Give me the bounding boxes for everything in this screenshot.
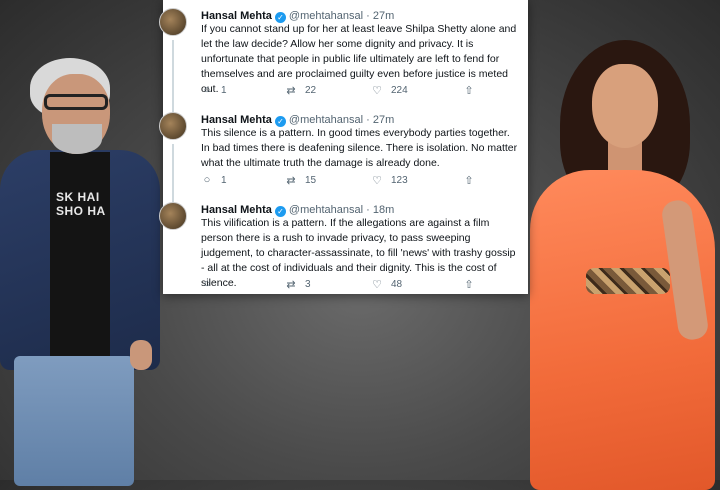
reply-button[interactable]: ○ 1 [201, 84, 227, 96]
black-tshirt [50, 152, 110, 362]
share-icon: ⇧ [464, 175, 474, 187]
hand [130, 340, 152, 370]
like-icon: ♡ [372, 175, 382, 187]
timestamp[interactable]: 18m [373, 204, 394, 216]
retweet-icon: ⇄ [286, 279, 296, 291]
retweet-button[interactable]: ⇄ 3 [285, 278, 311, 291]
retweet-button[interactable]: ⇄ 15 [285, 174, 316, 187]
display-name[interactable]: Hansal Mehta [201, 204, 272, 216]
reply-count: 1 [221, 84, 227, 96]
separator: · [363, 114, 373, 126]
tshirt-print: SK HAI SHO HA [56, 190, 106, 218]
man-photo: SK HAI SHO HA [0, 40, 170, 486]
retweet-count: 15 [305, 175, 317, 186]
like-icon: ♡ [372, 279, 382, 291]
share-button[interactable]: ⇧ [463, 174, 475, 187]
tweet-actions: ○ 1 ⇄ 15 ♡ 123 ⇧ [201, 174, 501, 188]
reply-button[interactable]: ○ [201, 278, 221, 290]
jeans [14, 356, 134, 486]
handle[interactable]: @mehtahansal [289, 10, 363, 22]
avatar[interactable] [159, 8, 187, 36]
thread-line [172, 144, 174, 204]
beard [52, 124, 102, 154]
share-button[interactable]: ⇧ [463, 278, 475, 291]
thread-line [172, 40, 174, 114]
retweet-icon: ⇄ [286, 175, 296, 187]
separator: · [363, 204, 373, 216]
separator: · [363, 10, 373, 22]
like-count: 48 [391, 279, 403, 290]
leopard-belt [586, 268, 670, 294]
tweet-text: This silence is a pattern. In good times… [201, 127, 518, 169]
like-icon: ♡ [372, 85, 382, 97]
like-button[interactable]: ♡ 123 [371, 174, 408, 187]
avatar[interactable] [159, 112, 187, 140]
share-icon: ⇧ [464, 85, 474, 97]
tweet-thread-card: Hansal Mehta ✓ @mehtahansal · 27m If you c… [159, 0, 528, 294]
woman-photo [520, 40, 720, 490]
like-count: 123 [391, 175, 408, 186]
like-count: 224 [391, 85, 408, 96]
retweet-count: 3 [305, 279, 311, 290]
reply-icon: ○ [203, 174, 211, 186]
share-button[interactable]: ⇧ [463, 84, 475, 97]
tweet-actions: ○ 1 ⇄ 22 ♡ 224 ⇧ [201, 84, 501, 98]
display-name[interactable]: Hansal Mehta [201, 114, 272, 126]
handle[interactable]: @mehtahansal [289, 204, 363, 216]
timestamp[interactable]: 27m [373, 114, 394, 126]
reply-button[interactable]: ○ 1 [201, 174, 227, 186]
avatar[interactable] [159, 202, 187, 230]
retweet-button[interactable]: ⇄ 22 [285, 84, 316, 97]
share-icon: ⇧ [464, 279, 474, 291]
tweet-actions: ○ ⇄ 3 ♡ 48 ⇧ [201, 278, 501, 292]
face [592, 64, 658, 148]
handle[interactable]: @mehtahansal [289, 114, 363, 126]
retweet-count: 22 [305, 85, 317, 96]
timestamp[interactable]: 27m [373, 10, 394, 22]
reply-icon: ○ [203, 84, 211, 96]
glasses [44, 94, 108, 110]
like-button[interactable]: ♡ 224 [371, 84, 408, 97]
reply-icon: ○ [203, 278, 211, 290]
reply-count: 1 [221, 174, 227, 186]
like-button[interactable]: ♡ 48 [371, 278, 402, 291]
display-name[interactable]: Hansal Mehta [201, 10, 272, 22]
retweet-icon: ⇄ [286, 85, 296, 97]
